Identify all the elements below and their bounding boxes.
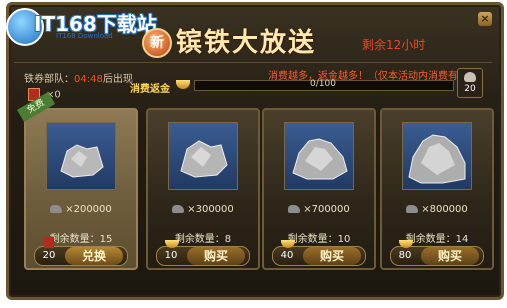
troop-time: 04:48 xyxy=(74,74,103,85)
watermark-logo: IT168下载站 IT168 Download xyxy=(0,6,158,46)
header-divider xyxy=(14,62,492,63)
item-quantity: ×700000 xyxy=(264,204,374,215)
ore-image xyxy=(284,122,354,190)
ore-icon xyxy=(288,205,301,213)
ore-icon xyxy=(60,144,104,178)
exchange-button[interactable]: 20 兑换 xyxy=(34,237,128,266)
rebate-label: 消费返金 xyxy=(130,84,170,95)
buy-button[interactable]: 40 购买 xyxy=(272,240,366,266)
ore-icon xyxy=(50,205,63,213)
reward-count: 20 xyxy=(464,84,476,94)
item-price: 10 xyxy=(164,250,178,261)
buy-button[interactable]: 10 购买 xyxy=(156,240,250,266)
item-price: 40 xyxy=(280,250,294,261)
troop-label: 铁券部队： xyxy=(24,74,74,85)
ore-image xyxy=(168,122,238,190)
item-card: ×800000 剩余数量：14 80 购买 xyxy=(380,108,494,270)
close-button[interactable]: × xyxy=(478,12,492,26)
remaining-time: 剩余12小时 xyxy=(362,38,426,52)
ore-icon xyxy=(180,140,228,178)
item-card: ×300000 剩余数量：8 10 购买 xyxy=(146,108,260,270)
item-quantity: ×300000 xyxy=(148,204,258,215)
ore-icon xyxy=(408,134,466,184)
ore-icon xyxy=(172,205,185,213)
item-stock: 剩余数量：15 xyxy=(49,234,113,245)
button-label: 购买 xyxy=(187,247,245,265)
watermark-sub: IT168 Download xyxy=(56,32,113,40)
item-quantity: ×200000 xyxy=(26,204,136,215)
ore-image xyxy=(46,122,116,190)
ore-image xyxy=(402,122,472,190)
page-title: 镔铁大放送 xyxy=(176,28,317,58)
troop-suffix: 后出现 xyxy=(102,74,133,85)
new-badge: 新 xyxy=(142,28,172,58)
ore-icon xyxy=(292,138,348,180)
ore-icon xyxy=(406,205,419,213)
item-quantity: ×800000 xyxy=(382,204,492,215)
reward-box[interactable]: 20 xyxy=(457,68,483,98)
troop-timer: 铁券部队：04:48后出现 xyxy=(24,70,133,85)
buy-button[interactable]: 80 购买 xyxy=(390,240,484,266)
button-label: 购买 xyxy=(303,247,361,265)
item-price: 20 xyxy=(42,250,56,261)
button-label: 购买 xyxy=(421,247,479,265)
item-card: 免费 ×200000 剩余数量：15 20 兑换 xyxy=(17,91,138,270)
item-price: 80 xyxy=(398,250,412,261)
item-card: ×700000 剩余数量：10 40 购买 xyxy=(262,108,376,270)
progress-text: 0/100 xyxy=(310,79,336,89)
button-label: 兑换 xyxy=(65,247,123,265)
ore-icon xyxy=(464,72,476,82)
